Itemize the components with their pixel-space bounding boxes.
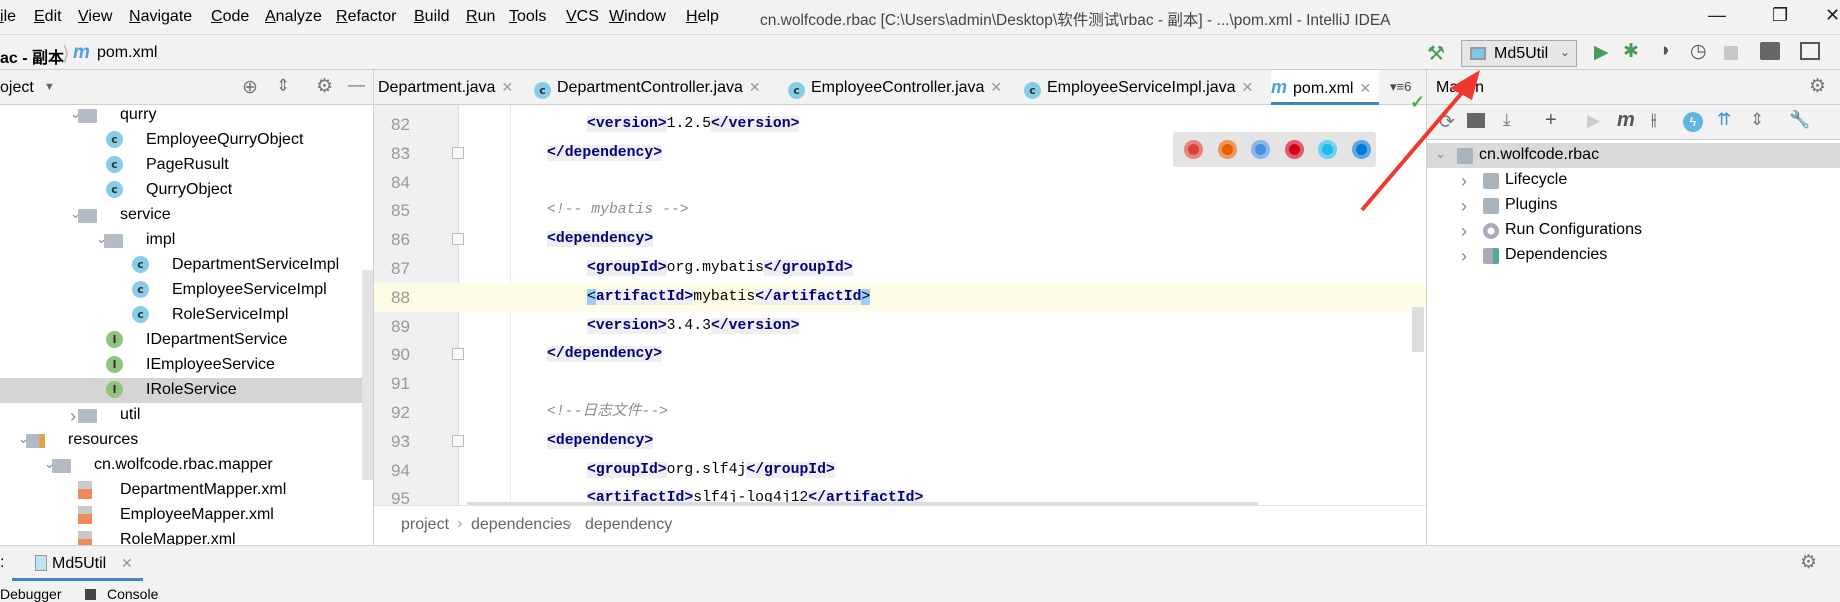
red-annotation-arrow — [1360, 70, 1480, 212]
